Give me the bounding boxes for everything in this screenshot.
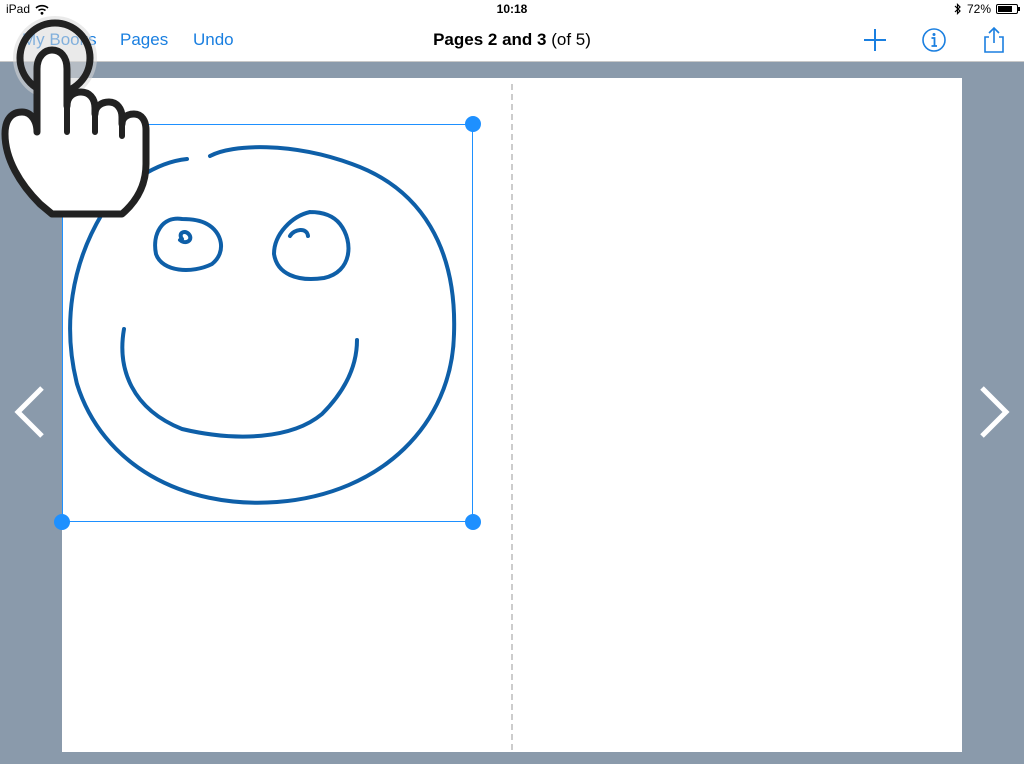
bluetooth-icon: [954, 3, 961, 15]
right-page[interactable]: [512, 78, 962, 752]
status-time: 10:18: [496, 2, 528, 16]
selection-box[interactable]: [62, 124, 473, 522]
page-spine-divider: [511, 84, 513, 750]
battery-icon: [996, 4, 1020, 14]
battery-percent: 72%: [966, 2, 991, 16]
resize-handle-top-left[interactable]: [54, 116, 70, 132]
page-title-main: Pages 2 and 3: [433, 30, 547, 49]
share-icon[interactable]: [980, 26, 1008, 54]
page-title-count: (of 5): [551, 30, 591, 49]
chevron-right-icon[interactable]: [976, 385, 1012, 439]
plus-icon[interactable]: [861, 26, 889, 54]
info-icon[interactable]: [920, 26, 948, 54]
resize-handle-bottom-left[interactable]: [54, 514, 70, 530]
chevron-left-icon[interactable]: [12, 385, 48, 439]
resize-handle-top-right[interactable]: [465, 116, 481, 132]
status-bar: iPad 10:18 72%: [0, 0, 1024, 18]
status-right: 72%: [954, 2, 1020, 16]
resize-handle-bottom-right[interactable]: [465, 514, 481, 530]
navigation-bar: My Books Pages Undo Pages 2 and 3 (of 5): [0, 18, 1024, 62]
